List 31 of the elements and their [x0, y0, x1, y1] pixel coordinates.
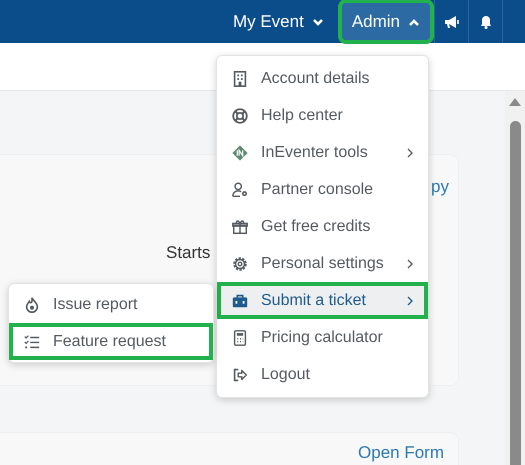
menu-item[interactable]: Logout	[217, 356, 428, 393]
scroll-up-icon	[509, 98, 521, 106]
bell-icon	[480, 14, 492, 28]
user-gear-icon	[231, 180, 249, 198]
menu-item[interactable]: Submit a ticket	[217, 282, 428, 319]
flame-icon	[23, 296, 41, 314]
chevron-icon	[408, 16, 420, 26]
scroll-thumb[interactable]	[510, 121, 521, 465]
building-icon	[231, 70, 249, 88]
chevron-icon	[312, 16, 324, 26]
menu-item[interactable]: Help center	[217, 97, 428, 134]
card-link[interactable]: py	[431, 177, 449, 197]
menu-item[interactable]: Get free credits	[217, 208, 428, 245]
calculator-icon	[231, 328, 249, 346]
checklist-icon	[23, 332, 41, 350]
open-form-link[interactable]: Open Form	[358, 443, 444, 463]
lifebuoy-icon	[231, 106, 249, 124]
event-menu[interactable]: My Event	[222, 3, 334, 40]
megaphone-icon	[444, 14, 460, 28]
menu-item[interactable]: Partner console	[217, 171, 428, 208]
menu-item[interactable]: Pricing calculator	[217, 319, 428, 356]
submenu-item[interactable]: Feature request	[9, 323, 213, 360]
admin-menu[interactable]: Admin	[342, 3, 430, 40]
menu-item[interactable]: Personal settings	[217, 245, 428, 282]
menu-item[interactable]: Account details	[217, 60, 428, 97]
gear-icon	[231, 254, 249, 272]
submenu-item[interactable]: Issue report	[9, 286, 213, 323]
scrollbar[interactable]	[505, 91, 525, 465]
gift-icon	[231, 218, 249, 236]
starts-label: Starts	[166, 243, 210, 263]
menu-item[interactable]: InEventer tools	[217, 134, 428, 171]
